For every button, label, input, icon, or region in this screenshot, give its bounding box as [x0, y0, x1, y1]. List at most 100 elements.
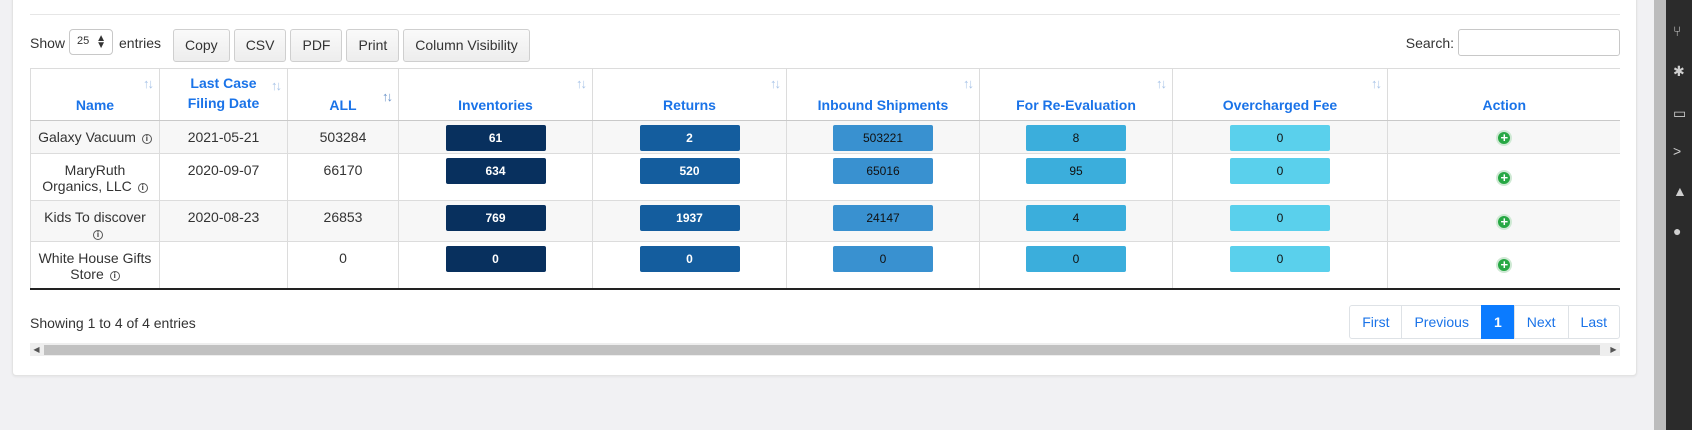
cell-inbound: 503221: [786, 120, 980, 154]
github-icon[interactable]: ●: [1673, 222, 1691, 240]
info-icon[interactable]: i: [141, 134, 152, 144]
header-inbound-shipments[interactable]: Inbound Shipments ↑↓: [786, 68, 980, 121]
returns-badge[interactable]: 520: [639, 158, 740, 184]
cell-returns: 0: [592, 241, 787, 290]
terminal-icon[interactable]: >: [1673, 142, 1691, 160]
sort-icon: ↑↓: [770, 76, 781, 91]
cell-reeval: 4: [979, 200, 1173, 242]
cell-overcharged: 0: [1172, 153, 1388, 201]
inbound-badge[interactable]: 24147: [833, 205, 933, 231]
scrollbar-thumb[interactable]: [1654, 0, 1666, 430]
returns-badge[interactable]: 1937: [639, 205, 740, 231]
returns-badge[interactable]: 0: [639, 246, 740, 272]
show-label: Show: [30, 35, 66, 51]
header-all[interactable]: ALL ↑↓: [287, 68, 399, 121]
company-name: Kids To discover: [44, 209, 146, 225]
company-name: White House Gifts Store: [38, 250, 152, 282]
header-for-re-evaluation[interactable]: For Re-Evaluation ↑↓: [979, 68, 1173, 121]
cell-name: Galaxy Vacuum i: [30, 120, 160, 154]
overcharged-badge[interactable]: 0: [1230, 158, 1330, 184]
cell-date: 2020-09-07: [159, 153, 288, 201]
scrollbar-thumb[interactable]: [44, 345, 1600, 355]
sort-desc-icon: ↑↓: [382, 89, 393, 104]
page-first-button[interactable]: First: [1349, 305, 1403, 339]
search-input[interactable]: [1458, 29, 1620, 56]
table-row: Galaxy Vacuum i 2021-05-21 503284 61 2 503221 8…: [30, 120, 1620, 154]
inventories-badge[interactable]: 769: [445, 205, 546, 231]
cell-inventories: 61: [398, 120, 593, 154]
cell-inventories: 769: [398, 200, 593, 242]
copy-button[interactable]: Copy: [173, 29, 230, 62]
reeval-badge[interactable]: 95: [1026, 158, 1126, 184]
debug-icon[interactable]: ✱: [1673, 62, 1691, 80]
inventories-badge[interactable]: 61: [445, 125, 546, 151]
header-label: Returns: [663, 97, 716, 113]
entries-label: entries: [119, 35, 162, 51]
add-circle-icon[interactable]: +: [1496, 169, 1513, 186]
header-last-case-filing-date[interactable]: Last Case Filing Date ↑↓: [159, 68, 288, 121]
reeval-badge[interactable]: 0: [1026, 246, 1126, 272]
page-last-button[interactable]: Last: [1567, 305, 1620, 339]
scroll-right-icon[interactable]: ▶: [1607, 343, 1620, 356]
header-label: ALL: [329, 97, 357, 113]
select-arrows-icon: ▲ ▼: [96, 33, 106, 51]
scroll-left-icon[interactable]: ◀: [30, 343, 43, 356]
monitor-icon[interactable]: ▭: [1673, 104, 1691, 122]
inventories-badge[interactable]: 634: [445, 158, 546, 184]
mountain-icon[interactable]: ▲: [1673, 182, 1691, 200]
cell-action: +: [1387, 120, 1620, 154]
cell-all: 66170: [287, 153, 399, 201]
cell-inbound: 0: [786, 241, 980, 290]
vertical-scrollbar[interactable]: [1654, 0, 1666, 430]
search-label: Search:: [1405, 35, 1454, 51]
branch-icon[interactable]: ⑂: [1673, 22, 1691, 40]
cell-name: MaryRuth Organics, LLC i: [30, 153, 160, 201]
page-1-button[interactable]: 1: [1480, 305, 1515, 339]
sort-icon: ↑↓: [1371, 76, 1382, 91]
header-name[interactable]: Name ↑↓: [30, 68, 160, 121]
side-toolbar: ⑂ ✱ ▭ > ▲ ●: [1666, 0, 1692, 430]
inventories-badge[interactable]: 0: [445, 246, 546, 272]
sort-icon: ↑↓: [576, 76, 587, 91]
add-circle-icon[interactable]: +: [1496, 257, 1513, 274]
table-header-row: Name ↑↓ Last Case Filing Date ↑↓ ALL ↑↓ Inv…: [30, 68, 1620, 121]
table-row: White House Gifts Store i 0 0 0 0 0 0 +: [30, 241, 1620, 290]
info-icon[interactable]: i: [93, 230, 103, 240]
overcharged-badge[interactable]: 0: [1230, 205, 1330, 231]
info-icon[interactable]: i: [109, 271, 120, 281]
cell-inventories: 0: [398, 241, 593, 290]
add-circle-icon[interactable]: +: [1496, 129, 1513, 146]
cell-date: 2020-08-23: [159, 200, 288, 242]
inbound-badge[interactable]: 65016: [833, 158, 933, 184]
horizontal-scrollbar[interactable]: ◀ ▶: [30, 343, 1620, 356]
table-row: Kids To discover i 2020-08-23 26853 769 1937 2…: [30, 200, 1620, 242]
inbound-badge[interactable]: 503221: [833, 125, 933, 151]
add-circle-icon[interactable]: +: [1496, 213, 1513, 230]
header-overcharged-fee[interactable]: Overcharged Fee ↑↓: [1172, 68, 1388, 121]
info-icon[interactable]: i: [137, 183, 148, 193]
csv-button[interactable]: CSV: [233, 29, 287, 62]
page-previous-button[interactable]: Previous: [1401, 305, 1482, 339]
reeval-badge[interactable]: 8: [1026, 125, 1126, 151]
returns-badge[interactable]: 2: [639, 125, 740, 151]
table-controls: Show 25 ▲ ▼ entries Copy CSV PDF Print Co…: [30, 29, 1620, 63]
header-inventories[interactable]: Inventories ↑↓: [398, 68, 593, 121]
pagination: First Previous 1 Next Last: [1349, 305, 1620, 339]
page-next-button[interactable]: Next: [1513, 305, 1569, 339]
cell-all: 0: [287, 241, 399, 290]
company-name: MaryRuth Organics, LLC: [42, 162, 132, 194]
reeval-badge[interactable]: 4: [1026, 205, 1126, 231]
cell-returns: 2: [592, 120, 787, 154]
pdf-button[interactable]: PDF: [290, 29, 343, 62]
header-returns[interactable]: Returns ↑↓: [592, 68, 787, 121]
overcharged-badge[interactable]: 0: [1230, 246, 1330, 272]
table-info: Showing 1 to 4 of 4 entries: [30, 315, 196, 331]
page-length-select[interactable]: 25 ▲ ▼: [69, 29, 113, 55]
cell-reeval: 95: [979, 153, 1173, 201]
overcharged-badge[interactable]: 0: [1230, 125, 1330, 151]
cell-inbound: 65016: [786, 153, 980, 201]
print-button[interactable]: Print: [346, 29, 400, 62]
column-visibility-button[interactable]: Column Visibility: [403, 29, 530, 62]
inbound-badge[interactable]: 0: [833, 246, 933, 272]
header-label: Inbound Shipments: [817, 97, 949, 113]
